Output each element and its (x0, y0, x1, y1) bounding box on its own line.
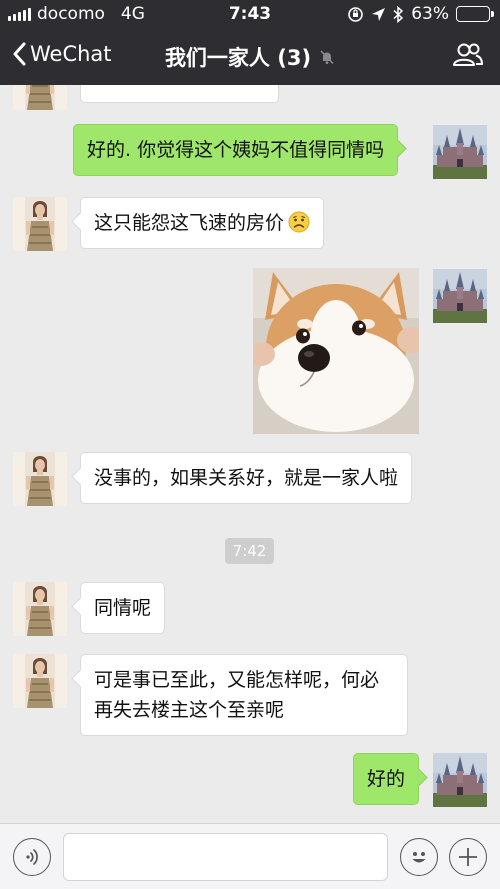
emoji-button[interactable] (400, 838, 438, 876)
chat-history[interactable]: 我觉得同样是受害者 好的. 你觉得这个姨妈不值得同情吗 这只能怨这飞速的房价 (0, 85, 500, 823)
plus-icon (459, 848, 477, 866)
voice-icon (26, 849, 38, 865)
message-timestamp: 7:42 (225, 538, 274, 564)
mute-bell-icon (320, 50, 334, 65)
my-avatar[interactable] (433, 753, 487, 807)
message-bubble[interactable]: 好的 (353, 753, 420, 805)
shiba-dog-sticker[interactable] (253, 268, 419, 434)
sender-avatar[interactable] (13, 654, 67, 708)
group-members-icon (453, 43, 484, 66)
message-line: 再失去楼主这个至亲呢 (94, 699, 285, 721)
sender-avatar[interactable] (13, 452, 67, 506)
message-bubble[interactable]: 好的. 你觉得这个姨妈不值得同情吗 (73, 124, 399, 176)
message-input-bar (0, 823, 500, 889)
my-avatar[interactable] (433, 269, 487, 323)
chat-header: WeChat 我们一家人 (3) (0, 28, 500, 85)
chat-title: 我们一家人 (3) (164, 46, 312, 70)
sender-avatar[interactable] (13, 582, 67, 636)
message-bubble[interactable]: 我觉得同样是受害者 (80, 85, 280, 103)
status-bar: docomo 4G 7:43 63% (0, 0, 500, 28)
group-members-button[interactable] (452, 42, 484, 72)
voice-button[interactable] (13, 838, 51, 876)
message-bubble[interactable]: 可是事已至此，又能怎样呢，何必 再失去楼主这个至亲呢 (80, 654, 408, 736)
emoji-icon (412, 852, 426, 863)
message-bubble[interactable]: 这只能怨这飞速的房价 (80, 197, 325, 249)
bluetooth-icon (393, 5, 404, 23)
my-avatar[interactable] (433, 125, 487, 179)
battery-icon (456, 6, 494, 22)
orientation-lock-icon (348, 6, 364, 22)
sender-avatar[interactable] (13, 197, 67, 251)
message-text: 这只能怨这飞速的房价 (94, 212, 285, 234)
sender-avatar[interactable] (13, 85, 67, 110)
location-icon (372, 7, 386, 21)
more-button[interactable] (449, 838, 487, 876)
message-input[interactable] (63, 833, 388, 881)
battery-percent: 63% (411, 4, 449, 24)
message-bubble[interactable]: 同情呢 (80, 582, 166, 634)
message-bubble[interactable]: 没事的，如果关系好，就是一家人啦 (80, 452, 413, 504)
sad-face-emoji-icon (288, 211, 310, 233)
message-line: 可是事已至此，又能怎样呢，何必 (94, 669, 380, 691)
